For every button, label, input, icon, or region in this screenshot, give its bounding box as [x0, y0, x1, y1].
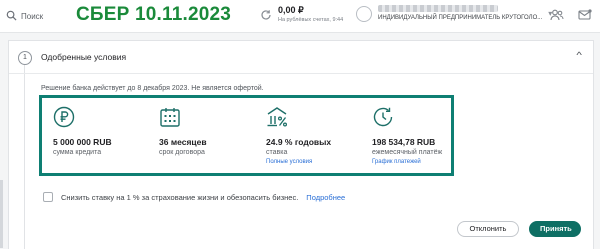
- term-value: 198 534,78 RUB: [372, 137, 436, 147]
- percent-bank-icon: [266, 106, 288, 128]
- term-value: 36 месяцев: [159, 137, 207, 147]
- full-conditions-link[interactable]: Полные условия: [266, 158, 331, 167]
- search-label: Поиск: [21, 12, 44, 21]
- insurance-text: Снизить ставку на 1 % за страхование жиз…: [61, 192, 299, 202]
- balance-widget[interactable]: 0,00 ₽ На рублёвых счетах, 9:44: [259, 5, 343, 27]
- reject-button[interactable]: Отклонить: [457, 221, 519, 237]
- term-label: сумма кредита: [53, 149, 102, 156]
- search-button[interactable]: Поиск: [6, 10, 43, 23]
- company-logo-icon: [356, 6, 372, 22]
- top-bar: Поиск СБЕР 10.11.2023 0,00 ₽ На рублёвых…: [0, 0, 600, 33]
- payment-schedule-link[interactable]: График платежей: [372, 158, 442, 167]
- company-name: ИНДИВИДУАЛЬНЫЙ ПРЕДПРИНИМАТЕЛЬ КРУТОГОЛО…: [378, 15, 543, 21]
- refresh-icon[interactable]: [259, 5, 273, 27]
- insurance-checkbox[interactable]: [43, 192, 53, 202]
- balance-amount: 0,00 ₽: [278, 5, 304, 15]
- approved-conditions-card: 1 Одобренные условия ^ Решение банка дей…: [8, 40, 594, 249]
- term-rate: 24.9 % годовых ставка Полные условия: [266, 106, 331, 167]
- decision-note: Решение банка действует до 8 декабря 202…: [41, 85, 264, 92]
- step-connector: [24, 65, 25, 249]
- balance-note: На рублёвых счетах, 9:44: [278, 17, 344, 23]
- divider: [9, 73, 593, 74]
- clock-icon: [372, 106, 394, 128]
- term-label: срок договора: [159, 149, 205, 156]
- ruble-icon: [53, 106, 75, 128]
- insurance-offer: Снизить ставку на 1 % за страхование жиз…: [43, 192, 345, 202]
- term-duration: 36 месяцев срок договора: [159, 106, 207, 158]
- action-buttons: Отклонить Принять: [457, 221, 581, 237]
- step-number: 1: [18, 51, 32, 65]
- term-amount: 5 000 000 RUB сумма кредита: [53, 106, 112, 158]
- term-value: 5 000 000 RUB: [53, 137, 112, 147]
- user-icon[interactable]: [550, 8, 564, 27]
- calendar-icon: [159, 106, 181, 128]
- term-label: ежемесячный платёж: [372, 149, 443, 156]
- mail-icon[interactable]: [578, 8, 592, 27]
- insurance-more-link[interactable]: Подробнее: [306, 193, 345, 202]
- term-value: 24.9 % годовых: [266, 137, 332, 147]
- term-payment: 198 534,78 RUB ежемесячный платёж График…: [372, 106, 442, 167]
- section-title: Одобренные условия: [41, 52, 127, 62]
- term-label: ставка: [266, 149, 288, 156]
- date-headline: СБЕР 10.11.2023: [76, 4, 232, 25]
- chevron-up-icon[interactable]: ^: [576, 50, 582, 60]
- search-icon: [6, 10, 17, 23]
- loan-terms-panel: 5 000 000 RUB сумма кредита 36 месяцев с…: [39, 95, 454, 176]
- top-bar-actions: [550, 8, 592, 27]
- accept-button[interactable]: Принять: [529, 221, 581, 237]
- company-selector[interactable]: ИНДИВИДУАЛЬНЫЙ ПРЕДПРИНИМАТЕЛЬ КРУТОГОЛО…: [356, 3, 552, 23]
- redacted-text: [378, 5, 498, 12]
- scroll-edge: [0, 180, 3, 248]
